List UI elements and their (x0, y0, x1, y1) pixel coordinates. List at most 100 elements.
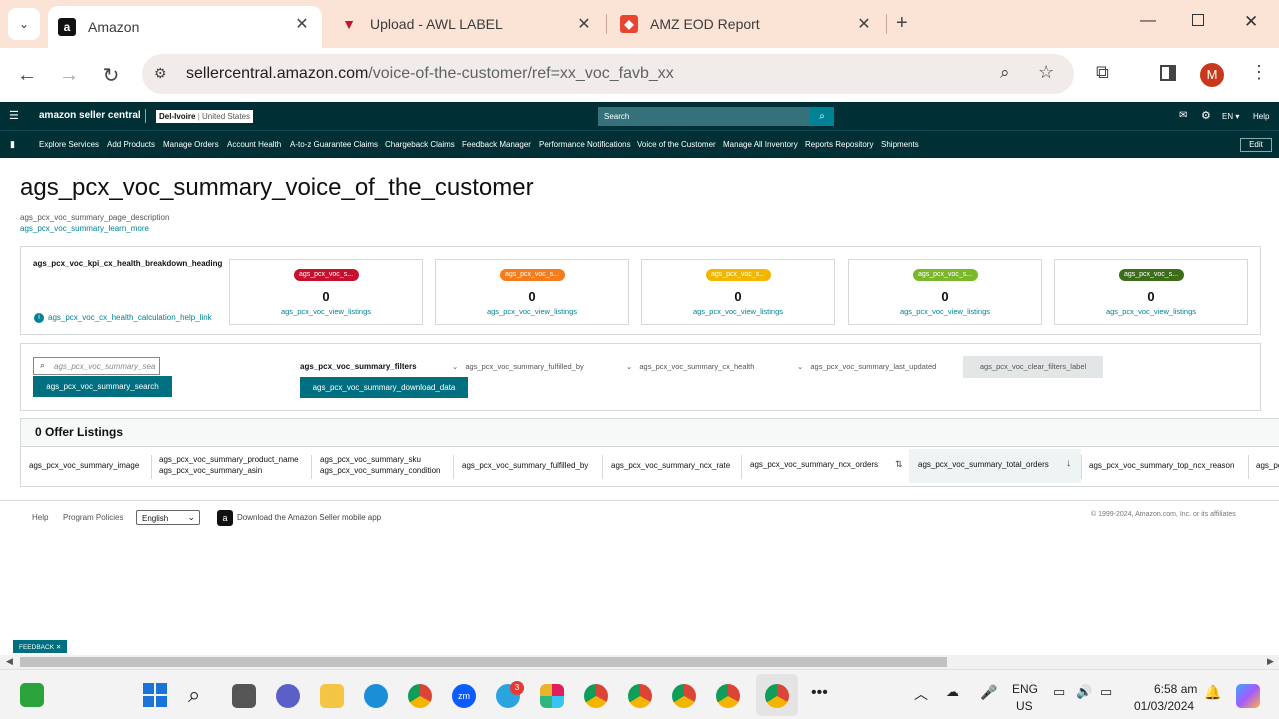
nav-voice-of-the-customer[interactable]: Voice of the Customer (637, 140, 716, 149)
extensions-icon[interactable]: ⧉ (1096, 62, 1109, 83)
address-bar[interactable]: ⚙ sellercentral.amazon.com/voice-of-the-… (142, 54, 1074, 94)
task-view-icon[interactable] (232, 684, 256, 708)
clock-time[interactable]: 6:58 am (1154, 682, 1197, 696)
nav-manage-all-inventory[interactable]: Manage All Inventory (723, 140, 798, 149)
nav-reports-repository[interactable]: Reports Repository (805, 140, 873, 149)
volume-icon[interactable]: 🔊 (1076, 684, 1092, 700)
view-listings-link[interactable]: ags_pcx_voc_view_listings (436, 307, 628, 316)
col-product-name[interactable]: ags_pcx_voc_summary_product_name (159, 455, 299, 464)
nav-feedback-manager[interactable]: Feedback Manager (462, 140, 531, 149)
feedback-button[interactable]: FEEDBACK ✕ (13, 640, 67, 653)
col-asin[interactable]: ags_pcx_voc_summary_asin (159, 466, 262, 475)
network-icon[interactable]: ▭ (1053, 684, 1065, 700)
close-icon[interactable]: ✕ (292, 14, 312, 34)
col-total-orders[interactable]: ags_pcx_voc_summary_total_orders (918, 460, 1049, 469)
chrome-icon[interactable] (408, 684, 432, 708)
forward-icon[interactable]: → (56, 62, 82, 88)
more-apps-icon[interactable]: ••• (811, 684, 828, 702)
chrome-active-icon[interactable] (765, 684, 789, 708)
scroll-left-icon[interactable]: ◀ (6, 656, 13, 667)
col-ncx-rate[interactable]: ags_pcx_voc_summary_ncx_rate (611, 461, 730, 470)
footer-help-link[interactable]: Help (32, 513, 48, 522)
col-ncx-orders[interactable]: ags_pcx_voc_summary_ncx_orders (750, 460, 878, 469)
restore-button[interactable] (1192, 14, 1204, 26)
close-window-button[interactable]: ✕ (1244, 12, 1258, 32)
nav-add-products[interactable]: Add Products (107, 140, 155, 149)
site-info-icon[interactable]: ⚙ (154, 65, 167, 82)
last-updated-filter[interactable]: ⌄ ags_pcx_voc_summary_last_updated (797, 362, 936, 371)
col-top-ncx-reason[interactable]: ags_pcx_voc_summary_top_ncx_reason (1089, 461, 1234, 470)
help-link[interactable]: Help (1253, 112, 1269, 121)
notification-bell-icon[interactable]: 🔔 (1204, 684, 1221, 701)
download-data-button[interactable]: ags_pcx_voc_summary_download_data (300, 377, 468, 398)
fulfilled-by-filter[interactable]: ⌄ ags_pcx_voc_summary_fulfilled_by (452, 362, 584, 371)
language-selector[interactable]: EN ▾ (1222, 112, 1239, 121)
gear-icon[interactable]: ⚙ (1201, 109, 1211, 122)
nav-chargeback-claims[interactable]: Chargeback Claims (385, 140, 455, 149)
nav-shipments[interactable]: Shipments (881, 140, 919, 149)
sort-icon[interactable]: ⇅ (895, 459, 903, 470)
view-listings-link[interactable]: ags_pcx_voc_view_listings (642, 307, 834, 316)
tab-search-button[interactable]: ⌄ (8, 8, 40, 40)
nav-account-health[interactable]: Account Health (227, 140, 281, 149)
program-policies-link[interactable]: Program Policies (63, 513, 123, 522)
teams-icon[interactable] (276, 684, 300, 708)
nav-explore-services[interactable]: Explore Services (39, 140, 99, 149)
cloud-icon[interactable]: ☁ (946, 684, 959, 700)
view-listings-link[interactable]: ags_pcx_voc_view_listings (849, 307, 1041, 316)
chrome-profile-icon[interactable] (628, 684, 652, 708)
col-more[interactable]: ags_pc (1256, 461, 1279, 470)
view-listings-link[interactable]: ags_pcx_voc_view_listings (230, 307, 422, 316)
widgets-icon[interactable] (20, 683, 44, 707)
back-icon[interactable]: ← (14, 62, 40, 88)
language-indicator[interactable]: ENG (1012, 682, 1038, 696)
zoom-app-icon[interactable]: zm (452, 684, 476, 708)
microphone-icon[interactable]: 🎤 (980, 684, 997, 701)
tab-upload[interactable]: ▼ Upload - AWL LABEL ✕ (330, 6, 604, 42)
scroll-right-icon[interactable]: ▶ (1267, 656, 1274, 667)
clear-filters-button[interactable]: ags_pcx_voc_clear_filters_label (963, 356, 1103, 378)
nav-manage-orders[interactable]: Manage Orders (163, 140, 219, 149)
side-panel-icon[interactable] (1160, 65, 1176, 81)
menu-icon[interactable]: ⋮ (1250, 62, 1268, 83)
edit-nav-button[interactable]: Edit (1240, 138, 1272, 152)
cx-health-filter[interactable]: ⌄ ags_pcx_voc_summary_cx_health (626, 362, 754, 371)
file-explorer-icon[interactable] (320, 684, 344, 708)
close-icon[interactable]: ✕ (574, 14, 594, 34)
reload-icon[interactable]: ↻ (98, 62, 124, 88)
seller-central-logo[interactable]: amazon seller central (39, 110, 141, 121)
nav-performance-notifications[interactable]: Performance Notifications (539, 140, 631, 149)
clock-date[interactable]: 01/03/2024 (1134, 699, 1194, 713)
zoom-icon[interactable]: ⌕ (1000, 63, 1010, 83)
learn-more-link[interactable]: ags_pcx_voc_summary_learn_more (20, 224, 149, 233)
scrollbar-thumb[interactable] (20, 657, 947, 667)
battery-icon[interactable]: ▭ (1100, 684, 1112, 700)
chrome-profile-icon[interactable] (716, 684, 740, 708)
mobile-app-link[interactable]: Download the Amazon Seller mobile app (237, 513, 381, 522)
edge-icon[interactable] (364, 684, 388, 708)
cx-health-help-link[interactable]: ags_pcx_voc_cx_health_calculation_help_l… (48, 313, 212, 322)
profile-avatar[interactable]: M (1200, 63, 1224, 87)
start-icon[interactable] (143, 683, 167, 707)
col-condition[interactable]: ags_pcx_voc_summary_condition (320, 466, 441, 475)
chrome-profile-icon[interactable] (584, 684, 608, 708)
horizontal-scrollbar[interactable]: ◀ ▶ (0, 655, 1279, 669)
nav-a-to-z-claims[interactable]: A-to-z Guarantee Claims (290, 140, 378, 149)
footer-language-select[interactable]: English ⌄ (136, 510, 200, 525)
hamburger-icon[interactable]: ☰ (9, 109, 19, 122)
close-icon[interactable]: ✕ (56, 644, 61, 651)
col-sku[interactable]: ags_pcx_voc_summary_sku (320, 455, 421, 464)
tab-amz-eod[interactable]: ◆ AMZ EOD Report ✕ (610, 6, 884, 42)
chevron-up-icon[interactable]: ︿ (914, 684, 928, 704)
chrome-profile-icon[interactable] (672, 684, 696, 708)
view-listings-link[interactable]: ags_pcx_voc_view_listings (1055, 307, 1247, 316)
bookmark-star-icon[interactable]: ☆ (1038, 62, 1054, 83)
mail-icon[interactable]: ✉ (1179, 110, 1187, 121)
tab-amazon[interactable]: a Amazon ✕ (48, 6, 322, 48)
search-button[interactable]: ags_pcx_voc_summary_search (33, 376, 172, 397)
sort-descending-icon[interactable]: ↓ (1066, 458, 1071, 469)
search-icon[interactable]: ⌕ (188, 682, 200, 708)
copilot-icon[interactable] (1236, 684, 1260, 708)
new-tab-button[interactable]: + (896, 12, 908, 35)
search-input[interactable]: ⌕ ags_pcx_voc_summary_sea (33, 357, 160, 375)
